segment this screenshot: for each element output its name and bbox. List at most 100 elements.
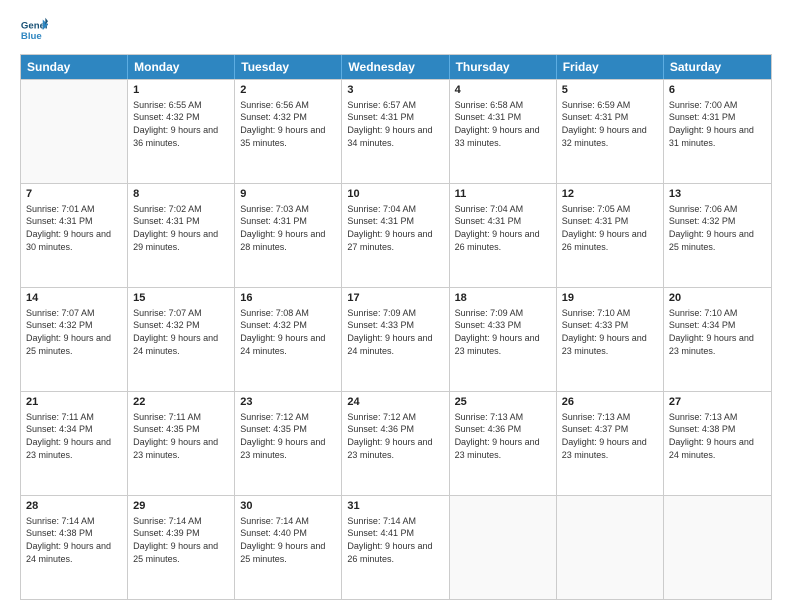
day-number: 15 — [133, 291, 229, 306]
calendar-cell-0-3: 3Sunrise: 6:57 AMSunset: 4:31 PMDaylight… — [342, 80, 449, 183]
day-number: 7 — [26, 187, 122, 202]
calendar-row-0: 1Sunrise: 6:55 AMSunset: 4:32 PMDaylight… — [21, 79, 771, 183]
cell-info: Sunrise: 7:09 AMSunset: 4:33 PMDaylight:… — [455, 307, 551, 357]
calendar-cell-3-0: 21Sunrise: 7:11 AMSunset: 4:34 PMDayligh… — [21, 392, 128, 495]
day-number: 20 — [669, 291, 766, 306]
day-number: 29 — [133, 499, 229, 514]
weekday-header-sunday: Sunday — [21, 55, 128, 79]
cell-info: Sunrise: 6:56 AMSunset: 4:32 PMDaylight:… — [240, 99, 336, 149]
calendar-cell-3-4: 25Sunrise: 7:13 AMSunset: 4:36 PMDayligh… — [450, 392, 557, 495]
svg-text:Blue: Blue — [21, 31, 42, 42]
cell-info: Sunrise: 7:03 AMSunset: 4:31 PMDaylight:… — [240, 203, 336, 253]
day-number: 11 — [455, 187, 551, 202]
calendar-cell-0-4: 4Sunrise: 6:58 AMSunset: 4:31 PMDaylight… — [450, 80, 557, 183]
cell-info: Sunrise: 7:07 AMSunset: 4:32 PMDaylight:… — [133, 307, 229, 357]
calendar-cell-3-6: 27Sunrise: 7:13 AMSunset: 4:38 PMDayligh… — [664, 392, 771, 495]
calendar-cell-2-6: 20Sunrise: 7:10 AMSunset: 4:34 PMDayligh… — [664, 288, 771, 391]
cell-info: Sunrise: 6:59 AMSunset: 4:31 PMDaylight:… — [562, 99, 658, 149]
calendar-header: SundayMondayTuesdayWednesdayThursdayFrid… — [21, 55, 771, 79]
cell-info: Sunrise: 7:11 AMSunset: 4:34 PMDaylight:… — [26, 411, 122, 461]
day-number: 21 — [26, 395, 122, 410]
day-number: 13 — [669, 187, 766, 202]
weekday-header-wednesday: Wednesday — [342, 55, 449, 79]
calendar-cell-1-2: 9Sunrise: 7:03 AMSunset: 4:31 PMDaylight… — [235, 184, 342, 287]
calendar-row-4: 28Sunrise: 7:14 AMSunset: 4:38 PMDayligh… — [21, 495, 771, 599]
calendar-cell-3-2: 23Sunrise: 7:12 AMSunset: 4:35 PMDayligh… — [235, 392, 342, 495]
calendar-cell-1-1: 8Sunrise: 7:02 AMSunset: 4:31 PMDaylight… — [128, 184, 235, 287]
calendar-cell-4-2: 30Sunrise: 7:14 AMSunset: 4:40 PMDayligh… — [235, 496, 342, 599]
day-number: 30 — [240, 499, 336, 514]
day-number: 14 — [26, 291, 122, 306]
cell-info: Sunrise: 7:14 AMSunset: 4:39 PMDaylight:… — [133, 515, 229, 565]
calendar-row-1: 7Sunrise: 7:01 AMSunset: 4:31 PMDaylight… — [21, 183, 771, 287]
page: General Blue SundayMondayTuesdayWednesda… — [0, 0, 792, 612]
day-number: 1 — [133, 83, 229, 98]
calendar-cell-2-5: 19Sunrise: 7:10 AMSunset: 4:33 PMDayligh… — [557, 288, 664, 391]
cell-info: Sunrise: 7:06 AMSunset: 4:32 PMDaylight:… — [669, 203, 766, 253]
calendar-cell-4-4 — [450, 496, 557, 599]
cell-info: Sunrise: 7:14 AMSunset: 4:38 PMDaylight:… — [26, 515, 122, 565]
calendar-cell-1-6: 13Sunrise: 7:06 AMSunset: 4:32 PMDayligh… — [664, 184, 771, 287]
cell-info: Sunrise: 7:13 AMSunset: 4:38 PMDaylight:… — [669, 411, 766, 461]
cell-info: Sunrise: 7:09 AMSunset: 4:33 PMDaylight:… — [347, 307, 443, 357]
weekday-header-saturday: Saturday — [664, 55, 771, 79]
day-number: 6 — [669, 83, 766, 98]
cell-info: Sunrise: 7:10 AMSunset: 4:33 PMDaylight:… — [562, 307, 658, 357]
day-number: 28 — [26, 499, 122, 514]
calendar-cell-1-4: 11Sunrise: 7:04 AMSunset: 4:31 PMDayligh… — [450, 184, 557, 287]
calendar-cell-3-3: 24Sunrise: 7:12 AMSunset: 4:36 PMDayligh… — [342, 392, 449, 495]
calendar: SundayMondayTuesdayWednesdayThursdayFrid… — [20, 54, 772, 600]
calendar-cell-0-1: 1Sunrise: 6:55 AMSunset: 4:32 PMDaylight… — [128, 80, 235, 183]
calendar-cell-1-3: 10Sunrise: 7:04 AMSunset: 4:31 PMDayligh… — [342, 184, 449, 287]
cell-info: Sunrise: 7:01 AMSunset: 4:31 PMDaylight:… — [26, 203, 122, 253]
cell-info: Sunrise: 7:10 AMSunset: 4:34 PMDaylight:… — [669, 307, 766, 357]
day-number: 18 — [455, 291, 551, 306]
cell-info: Sunrise: 7:13 AMSunset: 4:36 PMDaylight:… — [455, 411, 551, 461]
calendar-cell-4-3: 31Sunrise: 7:14 AMSunset: 4:41 PMDayligh… — [342, 496, 449, 599]
calendar-cell-1-5: 12Sunrise: 7:05 AMSunset: 4:31 PMDayligh… — [557, 184, 664, 287]
weekday-header-thursday: Thursday — [450, 55, 557, 79]
calendar-cell-4-6 — [664, 496, 771, 599]
day-number: 25 — [455, 395, 551, 410]
calendar-cell-4-1: 29Sunrise: 7:14 AMSunset: 4:39 PMDayligh… — [128, 496, 235, 599]
calendar-body: 1Sunrise: 6:55 AMSunset: 4:32 PMDaylight… — [21, 79, 771, 599]
day-number: 17 — [347, 291, 443, 306]
day-number: 24 — [347, 395, 443, 410]
cell-info: Sunrise: 7:05 AMSunset: 4:31 PMDaylight:… — [562, 203, 658, 253]
day-number: 3 — [347, 83, 443, 98]
day-number: 4 — [455, 83, 551, 98]
calendar-cell-3-5: 26Sunrise: 7:13 AMSunset: 4:37 PMDayligh… — [557, 392, 664, 495]
calendar-cell-0-2: 2Sunrise: 6:56 AMSunset: 4:32 PMDaylight… — [235, 80, 342, 183]
day-number: 2 — [240, 83, 336, 98]
weekday-header-friday: Friday — [557, 55, 664, 79]
cell-info: Sunrise: 6:57 AMSunset: 4:31 PMDaylight:… — [347, 99, 443, 149]
day-number: 8 — [133, 187, 229, 202]
calendar-cell-0-5: 5Sunrise: 6:59 AMSunset: 4:31 PMDaylight… — [557, 80, 664, 183]
calendar-cell-0-6: 6Sunrise: 7:00 AMSunset: 4:31 PMDaylight… — [664, 80, 771, 183]
weekday-header-monday: Monday — [128, 55, 235, 79]
calendar-cell-0-0 — [21, 80, 128, 183]
calendar-cell-1-0: 7Sunrise: 7:01 AMSunset: 4:31 PMDaylight… — [21, 184, 128, 287]
cell-info: Sunrise: 7:12 AMSunset: 4:35 PMDaylight:… — [240, 411, 336, 461]
cell-info: Sunrise: 7:02 AMSunset: 4:31 PMDaylight:… — [133, 203, 229, 253]
day-number: 10 — [347, 187, 443, 202]
calendar-cell-4-0: 28Sunrise: 7:14 AMSunset: 4:38 PMDayligh… — [21, 496, 128, 599]
cell-info: Sunrise: 7:13 AMSunset: 4:37 PMDaylight:… — [562, 411, 658, 461]
day-number: 12 — [562, 187, 658, 202]
cell-info: Sunrise: 7:14 AMSunset: 4:40 PMDaylight:… — [240, 515, 336, 565]
weekday-header-tuesday: Tuesday — [235, 55, 342, 79]
day-number: 5 — [562, 83, 658, 98]
cell-info: Sunrise: 7:00 AMSunset: 4:31 PMDaylight:… — [669, 99, 766, 149]
cell-info: Sunrise: 7:12 AMSunset: 4:36 PMDaylight:… — [347, 411, 443, 461]
day-number: 16 — [240, 291, 336, 306]
day-number: 9 — [240, 187, 336, 202]
day-number: 22 — [133, 395, 229, 410]
logo: General Blue — [20, 16, 52, 44]
day-number: 19 — [562, 291, 658, 306]
day-number: 31 — [347, 499, 443, 514]
cell-info: Sunrise: 6:58 AMSunset: 4:31 PMDaylight:… — [455, 99, 551, 149]
day-number: 27 — [669, 395, 766, 410]
calendar-cell-2-3: 17Sunrise: 7:09 AMSunset: 4:33 PMDayligh… — [342, 288, 449, 391]
day-number: 23 — [240, 395, 336, 410]
calendar-cell-2-2: 16Sunrise: 7:08 AMSunset: 4:32 PMDayligh… — [235, 288, 342, 391]
